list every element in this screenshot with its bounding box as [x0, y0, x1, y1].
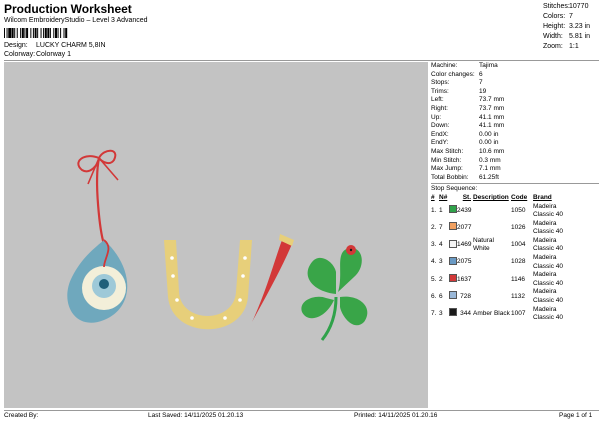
info-row: Down: 41.1 mm [431, 122, 505, 130]
last-saved: Last Saved: 14/11/2025 01.20.13 [148, 412, 244, 419]
barcode [4, 28, 68, 38]
info-row: Color changes: 6 [431, 70, 483, 78]
info-row: Up: 41.1 mm [431, 113, 505, 121]
color-swatch [449, 274, 457, 283]
table-header: # N# St. Description Code Brand [431, 193, 552, 201]
info-row: EndY: 0.00 in [431, 139, 499, 147]
footer-divider [4, 410, 599, 411]
info-row: Max Stitch: 10.6 mm [431, 147, 505, 155]
table-row: 6. 6 728 1132 Madeira Classic 40 [431, 288, 563, 305]
software-subtitle: Wilcom EmbroideryStudio – Level 3 Advanc… [4, 17, 148, 24]
embroidery-image [67, 149, 368, 341]
machine-info: Machine: Tajima Color changes: 6 Stops: 7 T… [431, 62, 599, 323]
table-row: 3. 4 1469 Natural White 1004 Madeira Classic … [431, 236, 563, 253]
color-swatch [449, 222, 457, 231]
design-value: LUCKY CHARM 5,8IN [36, 42, 106, 49]
info-row: EndX: 0.00 in [431, 130, 499, 138]
info-row: Right: 73.7 mm [431, 104, 505, 112]
table-row: 4. 3 2075 1028 Madeira Classic 40 [431, 254, 563, 270]
info-row: Machine: Tajima [431, 62, 498, 69]
colorway-label: Colorway: [4, 51, 36, 58]
stop-sequence-table: # N# St. Description Code Brand 1. 1 2439 1… [431, 194, 599, 323]
printed-date: Printed: 14/11/2025 01.20.16 [354, 412, 438, 419]
stop-sequence-title: Stop Sequence: [431, 185, 478, 193]
divider [431, 183, 599, 185]
color-swatch [449, 308, 457, 317]
colorway-value: Colorway 1 [36, 51, 72, 58]
table-row: 1. 1 2439 1050 Madeira Classic 40 [431, 202, 563, 219]
summary-row: Width: 5.81 in [543, 33, 591, 40]
summary-box: Stitches: 10770 Colors: 7 Height: 3.23 in W… [543, 2, 599, 52]
info-row: Max Jump: 7.1 mm [431, 165, 501, 173]
summary-row: Height: 3.23 in [543, 23, 591, 30]
color-swatch [449, 256, 457, 265]
table-row: 2. 7 2077 1026 Madeira Classic 40 [431, 219, 563, 236]
created-by: Created By: [4, 412, 39, 419]
color-swatch [449, 239, 457, 248]
info-row: Min Stitch: 0.3 mm [431, 156, 501, 164]
info-row: Stops: 7 [431, 79, 483, 87]
summary-row: Zoom: 1:1 [543, 43, 579, 50]
info-row: Total Bobbin: 61.25ft [431, 173, 499, 181]
table-row: 5. 2 1637 1146 Madeira Classic 40 [431, 271, 563, 287]
page-number: Page 1 of 1 [559, 412, 593, 419]
info-row: Left: 73.7 mm [431, 96, 505, 104]
color-swatch [449, 205, 457, 214]
color-swatch [449, 291, 457, 300]
summary-row: Stitches: 10770 [543, 3, 589, 10]
design-preview [4, 62, 428, 408]
table-row: 7. 3 344 Amber Black 1007 Madeira Classic 40 [431, 305, 563, 322]
info-row: Trims: 19 [431, 87, 487, 95]
page-title: Production Worksheet [4, 2, 132, 16]
design-label: Design: [4, 42, 28, 49]
summary-row: Colors: 7 [543, 13, 573, 20]
divider [4, 60, 599, 61]
